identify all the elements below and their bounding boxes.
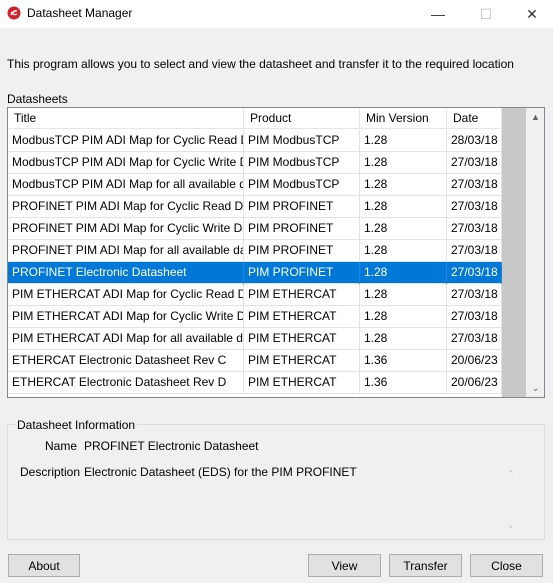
- table-cell-min-version: 1.28: [360, 218, 447, 240]
- table-row[interactable]: PROFINET Electronic Datasheet PIM PROFINE…: [8, 262, 502, 284]
- title-bar: Datasheet Manager — ☐ ✕: [0, 0, 553, 28]
- transfer-button[interactable]: Transfer: [389, 554, 462, 577]
- column-header-min-version[interactable]: Min Version: [360, 108, 447, 129]
- column-header-date[interactable]: Date: [447, 108, 502, 129]
- close-window-button[interactable]: ✕: [509, 0, 553, 28]
- table-row[interactable]: ModbusTCP PIM ADI Map for all available …: [8, 174, 502, 196]
- table-cell-product: PIM ModbusTCP: [244, 174, 360, 196]
- table-row[interactable]: PIM ETHERCAT ADI Map for Cyclic Read Dat…: [8, 284, 502, 306]
- table-cell-title: PROFINET PIM ADI Map for Cyclic Read Dat…: [8, 196, 244, 218]
- table-cell-title: ETHERCAT Electronic Datasheet Rev C: [8, 350, 244, 372]
- intro-text: This program allows you to select and vi…: [7, 57, 514, 71]
- maximize-button[interactable]: ☐: [463, 0, 509, 28]
- table-cell-product: PIM PROFINET: [244, 262, 360, 284]
- datasheets-table[interactable]: Title Product Min Version Date ModbusTCP…: [7, 107, 545, 398]
- scroll-up-arrow-icon[interactable]: ▲: [527, 108, 544, 125]
- table-cell-product: PIM ETHERCAT: [244, 350, 360, 372]
- table-cell-product: PIM PROFINET: [244, 240, 360, 262]
- table-cell-min-version: 1.28: [360, 174, 447, 196]
- about-button[interactable]: About: [8, 554, 80, 577]
- table-cell-min-version: 1.28: [360, 240, 447, 262]
- table-cell-title: PROFINET Electronic Datasheet: [8, 262, 244, 284]
- datasheet-information-group: Datasheet Information Name PROFINET Elec…: [7, 418, 545, 540]
- table-cell-title: ModbusTCP PIM ADI Map for Cyclic Write D…: [8, 152, 244, 174]
- table-row[interactable]: PROFINET PIM ADI Map for all available d…: [8, 240, 502, 262]
- table-row[interactable]: PROFINET PIM ADI Map for Cyclic Read Dat…: [8, 196, 502, 218]
- table-row[interactable]: ModbusTCP PIM ADI Map for Cyclic Write D…: [8, 152, 502, 174]
- table-header: Title Product Min Version Date: [8, 108, 502, 129]
- table-cell-date: 20/06/23: [447, 372, 502, 394]
- table-cell-date: 28/03/18: [447, 130, 502, 152]
- table-row[interactable]: ModbusTCP PIM ADI Map for Cyclic Read Da…: [8, 130, 502, 152]
- table-cell-min-version: 1.28: [360, 306, 447, 328]
- description-scrollbar[interactable]: ⌃ ⌄: [502, 465, 520, 535]
- table-cell-date: 27/03/18: [447, 218, 502, 240]
- table-cell-min-version: 1.28: [360, 284, 447, 306]
- table-cell-title: ETHERCAT Electronic Datasheet Rev D: [8, 372, 244, 394]
- table-cell-min-version: 1.36: [360, 350, 447, 372]
- table-row[interactable]: ETHERCAT Electronic Datasheet Rev D PIM E…: [8, 372, 502, 394]
- table-cell-product: PIM PROFINET: [244, 196, 360, 218]
- description-value: Electronic Datasheet (EDS) for the PIM P…: [84, 465, 357, 479]
- table-cell-title: PROFINET PIM ADI Map for Cyclic Write Da…: [8, 218, 244, 240]
- table-row[interactable]: PIM ETHERCAT ADI Map for all available d…: [8, 328, 502, 350]
- description-label: Description: [20, 465, 81, 479]
- table-cell-date: 27/03/18: [447, 152, 502, 174]
- table-cell-date: 27/03/18: [447, 328, 502, 350]
- close-button[interactable]: Close: [470, 554, 543, 577]
- vertical-scrollbar[interactable]: ▲ ⌄: [502, 108, 544, 397]
- table-cell-date: 20/06/23: [447, 350, 502, 372]
- table-cell-date: 27/03/18: [447, 174, 502, 196]
- table-cell-date: 27/03/18: [447, 284, 502, 306]
- column-header-title[interactable]: Title: [8, 108, 244, 129]
- scroll-up-chevron-icon[interactable]: ⌃: [507, 469, 515, 480]
- table-cell-title: PIM ETHERCAT ADI Map for Cyclic Read Dat…: [8, 284, 244, 306]
- minimize-button[interactable]: —: [415, 0, 461, 28]
- table-cell-product: PIM ETHERCAT: [244, 328, 360, 350]
- table-cell-product: PIM ETHERCAT: [244, 284, 360, 306]
- table-cell-min-version: 1.36: [360, 372, 447, 394]
- table-cell-date: 27/03/18: [447, 196, 502, 218]
- name-label: Name: [45, 439, 78, 453]
- scrollbar-track[interactable]: [527, 125, 544, 380]
- table-cell-date: 27/03/18: [447, 306, 502, 328]
- table-cell-product: PIM ETHERCAT: [244, 372, 360, 394]
- table-cell-title: PIM ETHERCAT ADI Map for all available d…: [8, 328, 244, 350]
- table-row[interactable]: ETHERCAT Electronic Datasheet Rev C PIM E…: [8, 350, 502, 372]
- table-cell-product: PIM ModbusTCP: [244, 152, 360, 174]
- table-row[interactable]: PROFINET PIM ADI Map for Cyclic Write Da…: [8, 218, 502, 240]
- table-cell-product: PIM ModbusTCP: [244, 130, 360, 152]
- table-cell-title: ModbusTCP PIM ADI Map for Cyclic Read Da…: [8, 130, 244, 152]
- view-button[interactable]: View: [308, 554, 381, 577]
- window-title: Datasheet Manager: [27, 6, 133, 20]
- table-cell-product: PIM PROFINET: [244, 218, 360, 240]
- table-cell-date: 27/03/18: [447, 262, 502, 284]
- column-header-product[interactable]: Product: [244, 108, 360, 129]
- table-cell-min-version: 1.28: [360, 152, 447, 174]
- datasheets-label: Datasheets: [7, 92, 68, 106]
- table-row[interactable]: PIM ETHERCAT ADI Map for Cyclic Write Da…: [8, 306, 502, 328]
- table-cell-min-version: 1.28: [360, 196, 447, 218]
- scrollbar-thumb[interactable]: [502, 108, 526, 397]
- table-cell-product: PIM ETHERCAT: [244, 306, 360, 328]
- table-body: ModbusTCP PIM ADI Map for Cyclic Read Da…: [8, 130, 502, 394]
- name-value: PROFINET Electronic Datasheet: [84, 439, 259, 453]
- table-cell-title: PIM ETHERCAT ADI Map for Cyclic Write Da…: [8, 306, 244, 328]
- red-app-logo-icon: [7, 6, 21, 20]
- table-cell-min-version: 1.28: [360, 262, 447, 284]
- table-cell-min-version: 1.28: [360, 130, 447, 152]
- table-cell-title: PROFINET PIM ADI Map for all available d…: [8, 240, 244, 262]
- table-cell-date: 27/03/18: [447, 240, 502, 262]
- group-title: Datasheet Information: [15, 418, 138, 432]
- scroll-down-chevron-icon[interactable]: ⌄: [507, 520, 515, 531]
- scroll-down-arrow-icon[interactable]: ⌄: [527, 380, 544, 397]
- table-cell-min-version: 1.28: [360, 328, 447, 350]
- table-cell-title: ModbusTCP PIM ADI Map for all available …: [8, 174, 244, 196]
